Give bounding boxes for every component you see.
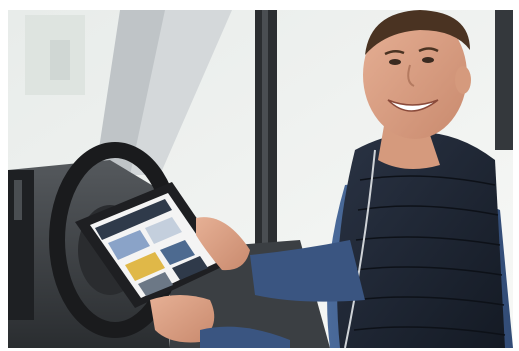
- right-eye: [422, 57, 434, 63]
- left-eye: [389, 59, 401, 65]
- console-detail: [14, 180, 22, 220]
- ear: [455, 66, 471, 94]
- door-frame-highlight: [262, 10, 268, 270]
- scene-illustration: [0, 0, 519, 351]
- photo: [0, 0, 519, 351]
- window-frame-right: [495, 10, 513, 150]
- window-reflection: [50, 40, 70, 80]
